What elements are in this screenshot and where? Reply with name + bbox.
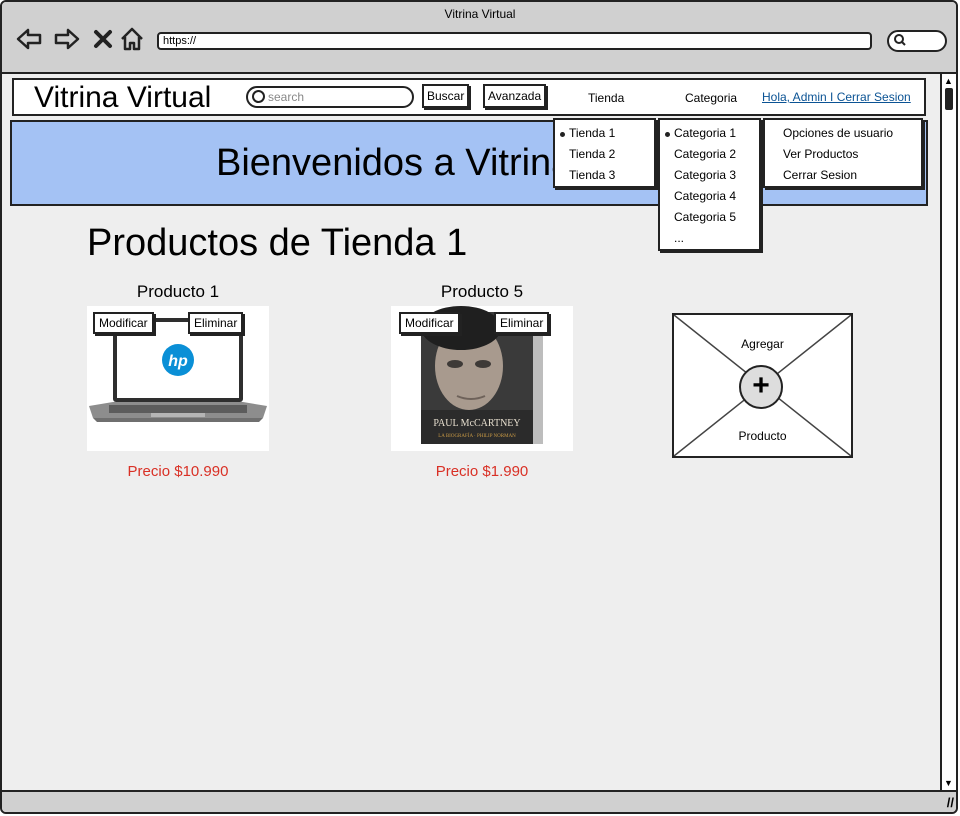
modificar-button[interactable]: Modificar (93, 312, 154, 334)
categoria-item-3[interactable]: Categoria 3 (660, 165, 759, 186)
browser-titlebar: Vitrina Virtual https:// (2, 2, 956, 74)
tienda-item-3[interactable]: Tienda 3 (555, 165, 654, 186)
tienda-menu[interactable]: Tienda (588, 91, 624, 105)
categoria-item-more[interactable]: ... (660, 228, 759, 249)
tienda-item-1[interactable]: Tienda 1 (555, 123, 654, 144)
categoria-menu[interactable]: Categoria (685, 91, 737, 105)
add-product-sublabel: Producto (738, 429, 787, 443)
product-image: Modificar Eliminar PAUL McCARTNEY LA BIO… (391, 306, 573, 451)
close-icon[interactable] (90, 26, 116, 52)
search-input[interactable]: search (246, 86, 414, 108)
modificar-button[interactable]: Modificar (399, 312, 460, 334)
vertical-scrollbar[interactable]: ▲ ▼ (940, 74, 956, 790)
product-price: Precio $10.990 (127, 463, 229, 480)
selected-bullet-icon (560, 132, 565, 137)
back-arrow-icon[interactable] (16, 26, 42, 52)
user-link[interactable]: Hola, Admin I Cerrar Sesion (762, 90, 911, 104)
home-icon[interactable] (119, 26, 145, 52)
product-price: Precio $1.990 (435, 463, 529, 480)
categoria-item-5[interactable]: Categoria 5 (660, 207, 759, 228)
buscar-button[interactable]: Buscar (422, 84, 470, 108)
usuario-item-ver-productos[interactable]: Ver Productos (765, 144, 921, 165)
svg-text:LA BIOGRAFÍA · PHILIP NORMAN: LA BIOGRAFÍA · PHILIP NORMAN (438, 433, 516, 439)
plus-icon[interactable]: + (739, 365, 783, 409)
scroll-thumb[interactable] (945, 88, 953, 110)
product-image: Modificar Eliminar hp (87, 306, 269, 451)
usuario-item-cerrar-sesion[interactable]: Cerrar Sesion (765, 165, 921, 186)
scroll-up-icon[interactable]: ▲ (944, 76, 953, 86)
add-product-label: Agregar (741, 337, 784, 351)
tienda-item-2[interactable]: Tienda 2 (555, 144, 654, 165)
product-card-1: Producto 1 Modificar Eliminar hp Precio … (87, 282, 269, 480)
site-title: Vitrina Virtual (34, 81, 212, 114)
categoria-item-4[interactable]: Categoria 4 (660, 186, 759, 207)
product-name: Producto 5 (440, 282, 524, 301)
site-header: Vitrina Virtual search Buscar Avanzada T… (12, 78, 926, 116)
categoria-item-2[interactable]: Categoria 2 (660, 144, 759, 165)
svg-text:PAUL McCARTNEY: PAUL McCARTNEY (433, 418, 520, 429)
status-bar: // (2, 790, 956, 812)
page-content: Vitrina Virtual search Buscar Avanzada T… (2, 74, 940, 788)
add-product-card[interactable]: Agregar + Producto (672, 313, 853, 458)
product-card-5: Producto 5 Modificar Eliminar PAUL McCAR… (391, 282, 573, 480)
scroll-down-icon[interactable]: ▼ (944, 778, 953, 788)
browser-search-input[interactable] (887, 30, 947, 52)
product-name: Producto 1 (136, 282, 220, 301)
selected-bullet-icon (665, 132, 670, 137)
tienda-dropdown: Tienda 1 Tienda 2 Tienda 3 (553, 118, 656, 188)
window-title: Vitrina Virtual (444, 7, 516, 21)
avanzada-button[interactable]: Avanzada (483, 84, 547, 108)
resize-grip-icon[interactable]: // (947, 795, 954, 810)
eliminar-button[interactable]: Eliminar (494, 312, 550, 334)
usuario-dropdown: Opciones de usuario Ver Productos Cerrar… (763, 118, 923, 188)
url-input[interactable]: https:// (157, 32, 872, 50)
search-icon (893, 33, 907, 50)
section-title: Productos de Tienda 1 (87, 222, 468, 264)
hp-logo: hp (168, 353, 188, 370)
browser-window: Vitrina Virtual https:// Vitrina Virtual… (0, 0, 958, 814)
eliminar-button[interactable]: Eliminar (188, 312, 244, 334)
categoria-item-1[interactable]: Categoria 1 (660, 123, 759, 144)
forward-arrow-icon[interactable] (54, 26, 80, 52)
search-icon (252, 90, 265, 103)
usuario-item-opciones[interactable]: Opciones de usuario (765, 123, 921, 144)
categoria-dropdown: Categoria 1 Categoria 2 Categoria 3 Cate… (658, 118, 761, 251)
